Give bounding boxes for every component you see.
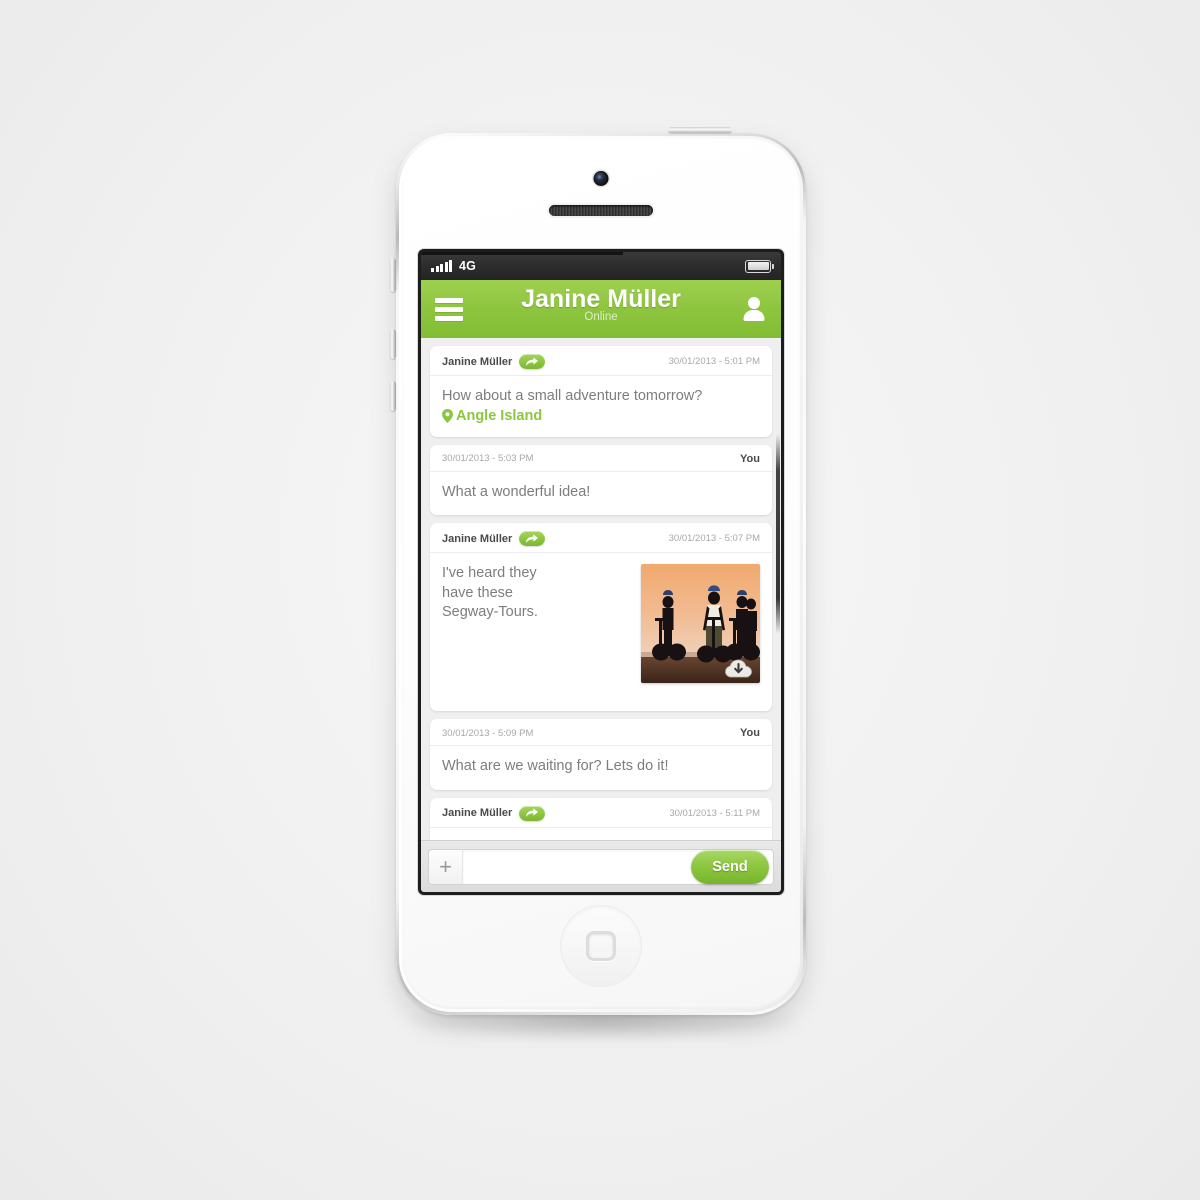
- message-timestamp: 30/01/2013 - 5:07 PM: [668, 533, 760, 545]
- message-header: Janine Müller 30/01/2013 - 5:07 PM: [430, 523, 772, 554]
- message-text: What are we waiting for? Lets do it!: [442, 758, 669, 775]
- power-button[interactable]: [668, 127, 732, 133]
- message-sender: You: [740, 727, 760, 740]
- message-body: [430, 828, 772, 840]
- reply-forward-icon[interactable]: [519, 354, 546, 369]
- front-camera-icon: [593, 171, 609, 186]
- message-bubble-incoming: Janine Müller 30/01/2013 - 5:11 PM: [430, 797, 772, 840]
- phone-screen: 4G Janine Müller Online Janine Müller 30…: [421, 252, 781, 892]
- message-text: How about a small adventure tomorrow?: [442, 388, 703, 404]
- message-text: What a wonderful idea!: [442, 483, 591, 500]
- scrollbar[interactable]: [776, 434, 780, 634]
- phone-device: 4G Janine Müller Online Janine Müller 30…: [390, 127, 806, 1015]
- message-timestamp: 30/01/2013 - 5:03 PM: [442, 453, 534, 465]
- volume-down-button[interactable]: [390, 381, 396, 411]
- app-header: Janine Müller Online: [421, 280, 781, 338]
- message-composer: + Send: [421, 840, 781, 892]
- message-timestamp: 30/01/2013 - 5:11 PM: [669, 807, 760, 819]
- page-title: Janine Müller: [521, 285, 681, 313]
- message-header: Janine Müller 30/01/2013 - 5:11 PM: [430, 798, 772, 828]
- message-body: How about a small adventure tomorrow? An…: [430, 376, 772, 437]
- home-button[interactable]: [560, 905, 642, 987]
- message-sender: You: [740, 452, 760, 465]
- message-body: I've heard they have these Segway-Tours.: [430, 553, 772, 711]
- message-header: 30/01/2013 - 5:09 PM You: [430, 719, 772, 747]
- segway-tour-photo[interactable]: [641, 564, 760, 684]
- message-bubble-incoming: Janine Müller 30/01/2013 - 5:01 PM How a…: [430, 346, 772, 437]
- status-badge: Online: [584, 311, 618, 324]
- header-title-block: Janine Müller Online: [421, 285, 781, 324]
- volume-up-button[interactable]: [390, 329, 396, 359]
- location-name: Angle Island: [456, 407, 543, 424]
- cloud-download-icon: [725, 659, 752, 678]
- ring-silent-switch[interactable]: [390, 258, 396, 292]
- message-bubble-outgoing: 30/01/2013 - 5:03 PM You What a wonderfu…: [430, 444, 772, 516]
- message-body: What a wonderful idea!: [430, 472, 772, 516]
- hamburger-menu-icon[interactable]: [435, 297, 463, 321]
- earpiece-speaker-icon: [549, 205, 653, 216]
- attach-button[interactable]: +: [428, 848, 462, 885]
- message-sender: Janine Müller: [442, 355, 513, 368]
- message-sender: Janine Müller: [442, 532, 513, 545]
- attachment-column: [641, 564, 760, 684]
- message-body: What are we waiting for? Lets do it!: [430, 746, 772, 790]
- battery-full-icon: [745, 259, 774, 273]
- canvas: 4G Janine Müller Online Janine Müller 30…: [0, 0, 1200, 1200]
- message-header: 30/01/2013 - 5:03 PM You: [430, 445, 772, 472]
- home-button-square-icon: [586, 931, 616, 961]
- contact-person-icon[interactable]: [741, 296, 767, 322]
- message-bubble-incoming: Janine Müller 30/01/2013 - 5:07 PM I've …: [430, 523, 772, 712]
- message-timestamp: 30/01/2013 - 5:01 PM: [668, 356, 760, 367]
- signal-strength-icon: [431, 260, 452, 272]
- status-bar: 4G: [421, 252, 781, 280]
- message-header: Janine Müller 30/01/2013 - 5:01 PM: [430, 346, 772, 376]
- conversation-list[interactable]: Janine Müller 30/01/2013 - 5:01 PM How a…: [421, 338, 781, 840]
- reply-forward-icon[interactable]: [519, 531, 546, 547]
- network-type-label: 4G: [459, 259, 477, 273]
- message-sender: Janine Müller: [442, 807, 513, 820]
- message-text: I've heard they have these Segway-Tours.: [442, 565, 538, 621]
- reply-forward-icon[interactable]: [519, 805, 546, 821]
- location-attachment[interactable]: Angle Island: [442, 408, 760, 424]
- send-button[interactable]: Send: [691, 849, 769, 884]
- message-bubble-outgoing: 30/01/2013 - 5:09 PM You What are we wai…: [430, 719, 772, 790]
- message-timestamp: 30/01/2013 - 5:09 PM: [442, 727, 534, 739]
- location-pin-icon: [442, 408, 453, 423]
